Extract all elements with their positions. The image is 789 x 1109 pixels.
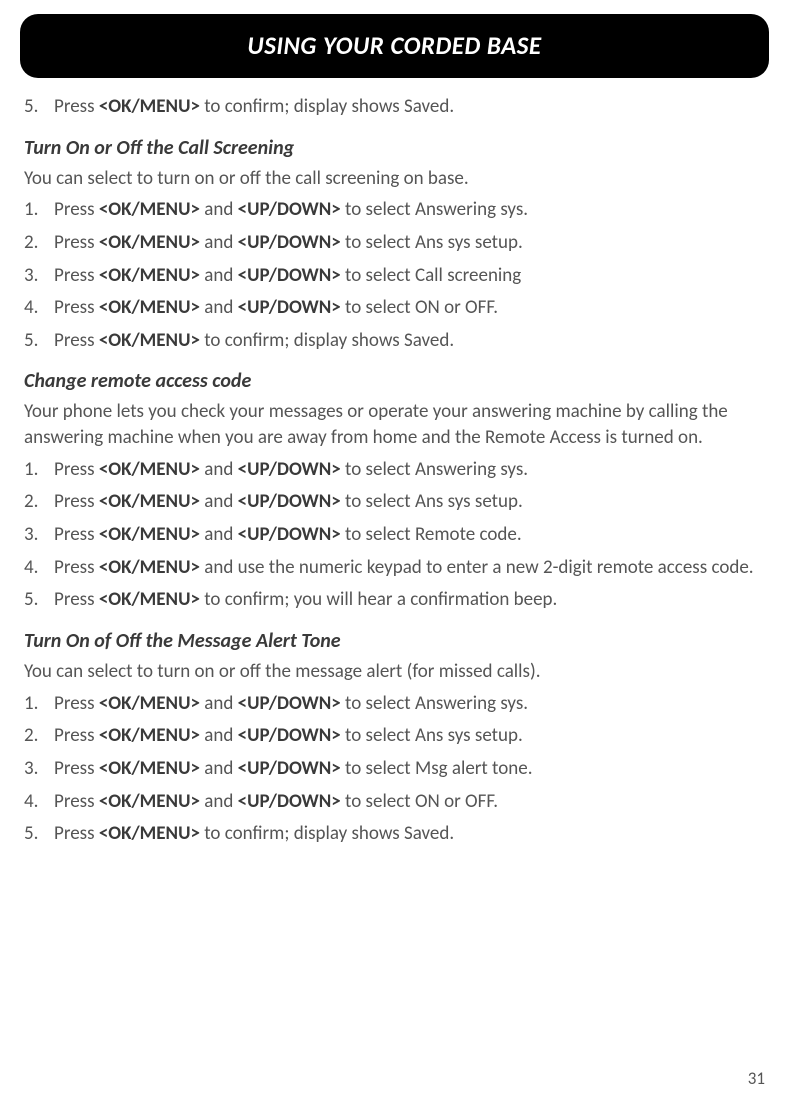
key-okmenu: <OK/MENU> [99, 231, 200, 254]
step-mid: and [200, 458, 238, 481]
key-okmenu: <OK/MENU> [99, 790, 200, 813]
list-item: Press <OK/MENU> and <UP/DOWN> to select … [24, 197, 765, 223]
key-updown: <UP/DOWN> [238, 264, 341, 287]
step-pre: Press [54, 556, 99, 579]
key-okmenu: <OK/MENU> [99, 822, 200, 845]
section-heading: Change remote access code [24, 369, 765, 393]
step-pre: Press [54, 588, 99, 611]
list-item: Press <OK/MENU> and <UP/DOWN> to select … [24, 457, 765, 483]
step-post: to select ON or OFF. [341, 790, 498, 813]
step-mid: and [200, 757, 238, 780]
step-mid: and [200, 523, 238, 546]
list-item: Press <OK/MENU> and <UP/DOWN> to select … [24, 230, 765, 256]
key-updown: <UP/DOWN> [238, 490, 341, 513]
key-okmenu: <OK/MENU> [99, 264, 200, 287]
list-item: Press <OK/MENU> and <UP/DOWN> to select … [24, 522, 765, 548]
key-updown: <UP/DOWN> [238, 458, 341, 481]
list-item: Press <OK/MENU> to confirm; display show… [24, 328, 765, 354]
list-item: Press <OK/MENU> to confirm; display show… [24, 821, 765, 847]
step-mid: and [200, 692, 238, 715]
list-item: Press <OK/MENU> and <UP/DOWN> to select … [24, 789, 765, 815]
key-updown: <UP/DOWN> [238, 231, 341, 254]
step-pre: Press [54, 231, 99, 254]
key-okmenu: <OK/MENU> [99, 458, 200, 481]
steps-list: Press <OK/MENU> and <UP/DOWN> to select … [24, 197, 765, 353]
key-updown: <UP/DOWN> [238, 724, 341, 747]
key-updown: <UP/DOWN> [238, 790, 341, 813]
key-okmenu: <OK/MENU> [99, 490, 200, 513]
step-pre: Press [54, 757, 99, 780]
step-pre: Press [54, 296, 99, 319]
section-heading: Turn On of Off the Message Alert Tone [24, 629, 765, 653]
key-okmenu: <OK/MENU> [99, 757, 200, 780]
step-pre: Press [54, 198, 99, 221]
step-post: to select Remote code. [341, 523, 522, 546]
list-item: Press <OK/MENU> and <UP/DOWN> to select … [24, 263, 765, 289]
list-item: Press <OK/MENU> and <UP/DOWN> to select … [24, 489, 765, 515]
section-heading: Turn On or Off the Call Screening [24, 136, 765, 160]
key-okmenu: <OK/MENU> [99, 329, 200, 352]
list-item: Press <OK/MENU> and <UP/DOWN> to select … [24, 756, 765, 782]
step-pre: Press [54, 523, 99, 546]
key-okmenu: <OK/MENU> [99, 556, 200, 579]
page-content: 5. Press <OK/MENU> to confirm; display s… [20, 94, 769, 847]
list-item: Press <OK/MENU> and <UP/DOWN> to select … [24, 295, 765, 321]
step-post: to confirm; you will hear a confirmation… [200, 588, 557, 611]
key-updown: <UP/DOWN> [238, 692, 341, 715]
step-mid: and [200, 198, 238, 221]
step-post: to select Answering sys. [341, 458, 528, 481]
key-okmenu: <OK/MENU> [99, 198, 200, 221]
section-intro: You can select to turn on or off the mes… [24, 659, 765, 685]
key-updown: <UP/DOWN> [238, 198, 341, 221]
step-pre: Press [54, 264, 99, 287]
step-post: to select Answering sys. [341, 692, 528, 715]
step-pre: Press [54, 458, 99, 481]
section-header: USING YOUR CORDED BASE [20, 14, 769, 78]
step-pre: Press [54, 724, 99, 747]
step-mid: and [200, 296, 238, 319]
step-pre: Press [54, 490, 99, 513]
section-intro: You can select to turn on or off the cal… [24, 166, 765, 192]
step-post: to select Call screening [341, 264, 521, 287]
step-mid: and [200, 724, 238, 747]
key-okmenu: <OK/MENU> [99, 296, 200, 319]
step-post: to select ON or OFF. [341, 296, 498, 319]
step-pre: Press [54, 822, 99, 845]
key-updown: <UP/DOWN> [238, 523, 341, 546]
step-text-pre: Press [54, 95, 99, 118]
list-item: Press <OK/MENU> and <UP/DOWN> to select … [24, 691, 765, 717]
key-okmenu: <OK/MENU> [99, 692, 200, 715]
step-mid: and [200, 264, 238, 287]
step-post: to select Ans sys setup. [341, 490, 523, 513]
step-post: and use the numeric keypad to enter a ne… [200, 556, 754, 579]
key-okmenu: <OK/MENU> [99, 724, 200, 747]
list-item: Press <OK/MENU> to confirm; you will hea… [24, 587, 765, 613]
step-post: to select Answering sys. [341, 198, 528, 221]
continued-step: 5. Press <OK/MENU> to confirm; display s… [24, 94, 765, 120]
steps-list: Press <OK/MENU> and <UP/DOWN> to select … [24, 691, 765, 847]
step-mid: and [200, 231, 238, 254]
key-updown: <UP/DOWN> [238, 296, 341, 319]
page-number: 31 [748, 1068, 765, 1089]
step-number: 5. [24, 94, 38, 120]
step-pre: Press [54, 790, 99, 813]
step-post: to select Ans sys setup. [341, 231, 523, 254]
list-item: Press <OK/MENU> and use the numeric keyp… [24, 555, 765, 581]
key-okmenu: <OK/MENU> [99, 95, 200, 118]
step-post: to select Ans sys setup. [341, 724, 523, 747]
steps-list: Press <OK/MENU> and <UP/DOWN> to select … [24, 457, 765, 613]
section-intro: Your phone lets you check your messages … [24, 399, 765, 450]
step-mid: and [200, 790, 238, 813]
key-updown: <UP/DOWN> [238, 757, 341, 780]
step-post: to confirm; display shows Saved. [200, 329, 454, 352]
step-post: to select Msg alert tone. [341, 757, 533, 780]
list-item: Press <OK/MENU> and <UP/DOWN> to select … [24, 723, 765, 749]
step-post: to confirm; display shows Saved. [200, 822, 454, 845]
step-pre: Press [54, 329, 99, 352]
step-pre: Press [54, 692, 99, 715]
step-text-post: to confirm; display shows Saved. [200, 95, 454, 118]
key-okmenu: <OK/MENU> [99, 588, 200, 611]
key-okmenu: <OK/MENU> [99, 523, 200, 546]
step-mid: and [200, 490, 238, 513]
